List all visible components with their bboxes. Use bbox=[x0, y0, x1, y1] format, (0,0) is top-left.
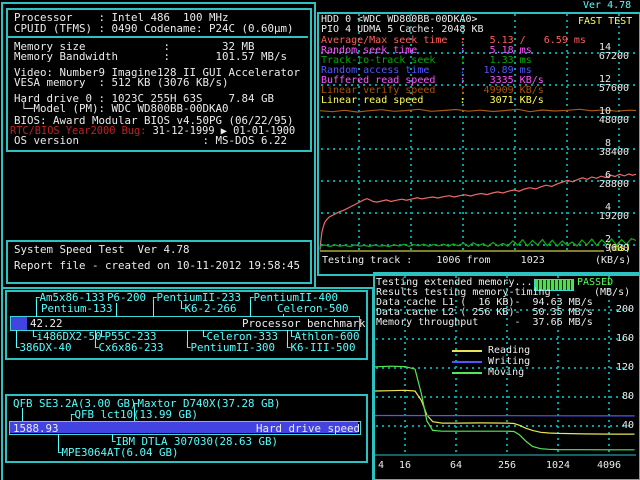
mem-xaxis-16: 16 bbox=[399, 461, 411, 471]
hdd-benchmark-label: Hard drive speed bbox=[256, 424, 360, 434]
unit-kbs-label: (KB/s) bbox=[595, 256, 631, 266]
mem-axis-160: 160 bbox=[594, 334, 634, 344]
os-row: OS version : MS-DOS 6.22 bbox=[14, 136, 287, 146]
axis-kbs-28800: 28800 bbox=[581, 180, 629, 190]
axis-kbs-19200: 19200 bbox=[581, 212, 629, 222]
memory-unit-label: (MB/s) bbox=[594, 288, 630, 298]
hdd-interface-row: PIO 4 UDMA 5 Cache: 2048 KB bbox=[321, 25, 484, 35]
mem-axis-80: 80 bbox=[594, 392, 634, 402]
app-title: System Speed Test Ver 4.78 bbox=[14, 245, 190, 255]
axis-kbs-57600: 57600 bbox=[581, 84, 629, 94]
vesa-row: VESA memory : 512 KB (3076 KB/s) bbox=[14, 78, 229, 88]
cpu-ref-pii-300: └PentiumII-300 bbox=[184, 343, 275, 353]
unit-ms-label: (ms) bbox=[607, 244, 631, 254]
hdd-model-row: └─Model (PM): WDC WD800BB-00DKA0 bbox=[14, 104, 229, 114]
mem-xaxis-4: 4 bbox=[378, 461, 384, 471]
cpu-ref-p6-200: P6-200 bbox=[107, 293, 146, 303]
fast-test-badge: FAST TEST bbox=[578, 17, 632, 27]
mem-xaxis-1024: 1024 bbox=[546, 461, 570, 471]
legend-reading-line-icon bbox=[452, 350, 482, 352]
mem-xaxis-256: 256 bbox=[498, 461, 516, 471]
version-label: Ver 4.78 bbox=[583, 1, 631, 11]
hdd-benchmark-value: 1588.93 bbox=[13, 424, 59, 434]
cpu-ref-celeron-500: Celeron-500 bbox=[277, 304, 349, 314]
axis-kbs-67200: 67200 bbox=[581, 52, 629, 62]
legend-reading-label: Reading bbox=[488, 346, 530, 356]
testing-track-status: Testing track : 1006 from 1023 bbox=[322, 256, 545, 266]
connector bbox=[116, 303, 117, 317]
metric-linear-read: Linear read speed : 3071 KB/s bbox=[321, 96, 544, 106]
cpuid-row: CPUID (TFMS) : 0490 Codename: P24C (0.60… bbox=[14, 24, 294, 34]
mem-axis-40: 40 bbox=[594, 421, 634, 431]
cpu-ref-pentium-133: Pentium-133 bbox=[41, 304, 113, 314]
legend-writing-label: Writing bbox=[488, 357, 530, 367]
hdd-ref-qfb-lct10: ┌QFB lct10(13.99 GB) bbox=[68, 410, 198, 420]
mem-axis-120: 120 bbox=[594, 363, 634, 373]
report-file-info: Report file - created on 10-11-2012 19:5… bbox=[14, 261, 300, 271]
mem-xaxis-4096: 4096 bbox=[597, 461, 621, 471]
legend-moving-line-icon bbox=[452, 372, 482, 374]
mem-xaxis-64: 64 bbox=[450, 461, 462, 471]
cpu-ref-k6-iii: └K6-III-500 bbox=[284, 343, 356, 353]
system-speed-test-screen: Processor : Intel 486 100 MHz CPUID (TFM… bbox=[0, 0, 640, 480]
axis-kbs-38400: 38400 bbox=[581, 148, 629, 158]
memory-throughput-row: Memory throughput - 37.66 MB/s bbox=[376, 318, 593, 328]
axis-kbs-48000: 48000 bbox=[581, 116, 629, 126]
hdd-ref-mpe3064: └MPE3064AT(6.04 GB) bbox=[55, 448, 179, 458]
legend-writing-line-icon bbox=[452, 361, 482, 363]
mem-axis-200: 200 bbox=[594, 305, 634, 315]
memory-bw-row: Memory Bandwidth : 101.57 MB/s bbox=[14, 52, 287, 62]
cpu-ref-cx6x86: └Cx6x86-233 bbox=[92, 343, 164, 353]
cpu-benchmark-label: Processor benchmark bbox=[242, 319, 366, 329]
cpu-ref-k6-2-266: └K6-2-266 bbox=[178, 304, 237, 314]
cpu-ref-386dx-40: └386DX-40 bbox=[13, 343, 72, 353]
legend-moving-label: Moving bbox=[488, 368, 524, 378]
cpu-benchmark-value: 42.22 bbox=[30, 319, 63, 329]
